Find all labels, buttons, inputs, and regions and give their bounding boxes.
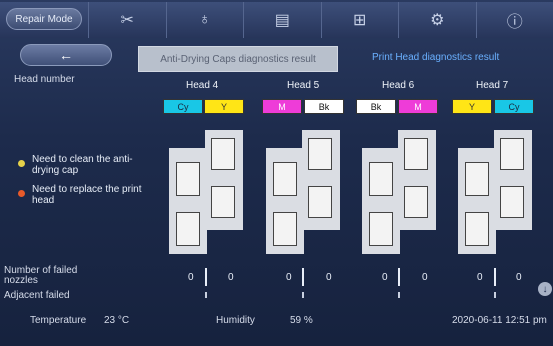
head-6-label: Head 6 [382,80,415,91]
scroll-down-icon[interactable]: ↓ [538,282,552,296]
head-7-label: Head 7 [476,80,509,91]
head-5-cap-cell [308,138,332,170]
back-button[interactable]: ← [20,44,112,66]
repair-mode-button[interactable]: Repair Mode [6,8,82,30]
document-icon[interactable]: ▤ [243,2,321,38]
datetime: 2020-06-11 12:51 pm [452,315,547,326]
head-6-cap-cell [404,186,428,218]
head-5-cap-cell [273,212,297,246]
head-number-label: Head number [14,74,75,85]
replace-head-dot-icon [18,190,25,197]
screen: Repair Mode ✂ ♁ ▤ ⊞ ⚙ ⓘ ← Anti-Drying Ca… [0,0,553,346]
network-icon[interactable]: ⊞ [320,2,399,38]
head-6-cap-cell [369,212,393,246]
humidity-label: Humidity [216,315,255,326]
head-5-chip-bk: Bk [304,99,344,114]
head-5-cap-cell [273,162,297,196]
head-5-divider [302,268,304,286]
status-footer: Temperature 23 °C Humidity 59 % 2020-06-… [0,305,553,335]
head-4-cap-cell [211,138,235,170]
head-5-adjacent-tick [302,292,304,298]
head-7-failed-right: 0 [516,272,522,283]
settings-icon[interactable]: ⚙ [398,2,476,38]
head-6-failed-left: 0 [382,272,388,283]
head-6-cap-cell [369,162,393,196]
head-4-chip-y: Y [204,99,244,114]
head-6-chip-bk: Bk [356,99,396,114]
head-7-cap-cell [500,186,524,218]
maintenance-icon[interactable]: ♁ [165,2,244,38]
tab-print-head[interactable]: Print Head diagnostics result [372,52,499,63]
failed-nozzles-label: Number of failed nozzles [4,265,78,286]
head-6-chip-m: M [398,99,438,114]
head-7-cap-cell [500,138,524,170]
head-7-cap-cell [465,162,489,196]
head-7-adjacent-tick [494,292,496,298]
humidity-value: 59 % [290,315,313,326]
temperature-label: Temperature [30,315,87,326]
tab-anti-drying-caps[interactable]: Anti-Drying Caps diagnostics result [138,46,338,72]
head-4-label: Head 4 [186,80,219,91]
head-5-label: Head 5 [287,80,320,91]
head-4-failed-left: 0 [188,272,194,283]
head-6-failed-right: 0 [422,272,428,283]
legend-clean-cap: Need to clean the anti-drying cap [32,154,133,176]
head-4-adjacent-tick [205,292,207,298]
head-5-cap-cell [308,186,332,218]
head-7-cap-cell [465,212,489,246]
head-7-chip-cy: Cy [494,99,534,114]
head-7-divider [494,268,496,286]
head-5-failed-left: 0 [286,272,292,283]
clean-cap-dot-icon [18,160,25,167]
temperature-value: 23 °C [104,315,130,326]
head-6-adjacent-tick [398,292,400,298]
head-6-cap-cell [404,138,428,170]
head-7-chip-y: Y [452,99,492,114]
head-4-chip-cy: Cy [163,99,203,114]
head-4-failed-right: 0 [228,272,234,283]
toolbar-icons: ✂ ♁ ▤ ⊞ ⚙ ⓘ [88,2,553,38]
head-4-cap-cell [176,212,200,246]
head-5-failed-right: 0 [326,272,332,283]
head-7-failed-left: 0 [477,272,483,283]
head-4-cap-cell [176,162,200,196]
tools-icon[interactable]: ✂ [88,2,166,38]
info-icon[interactable]: ⓘ [475,2,553,38]
head-6-divider [398,268,400,286]
adjacent-failed-label: Adjacent failed [4,290,70,301]
head-4-divider [205,268,207,286]
head-5-chip-m: M [262,99,302,114]
head-4-cap-cell [211,186,235,218]
legend-replace-head: Need to replace the print head [32,184,142,206]
